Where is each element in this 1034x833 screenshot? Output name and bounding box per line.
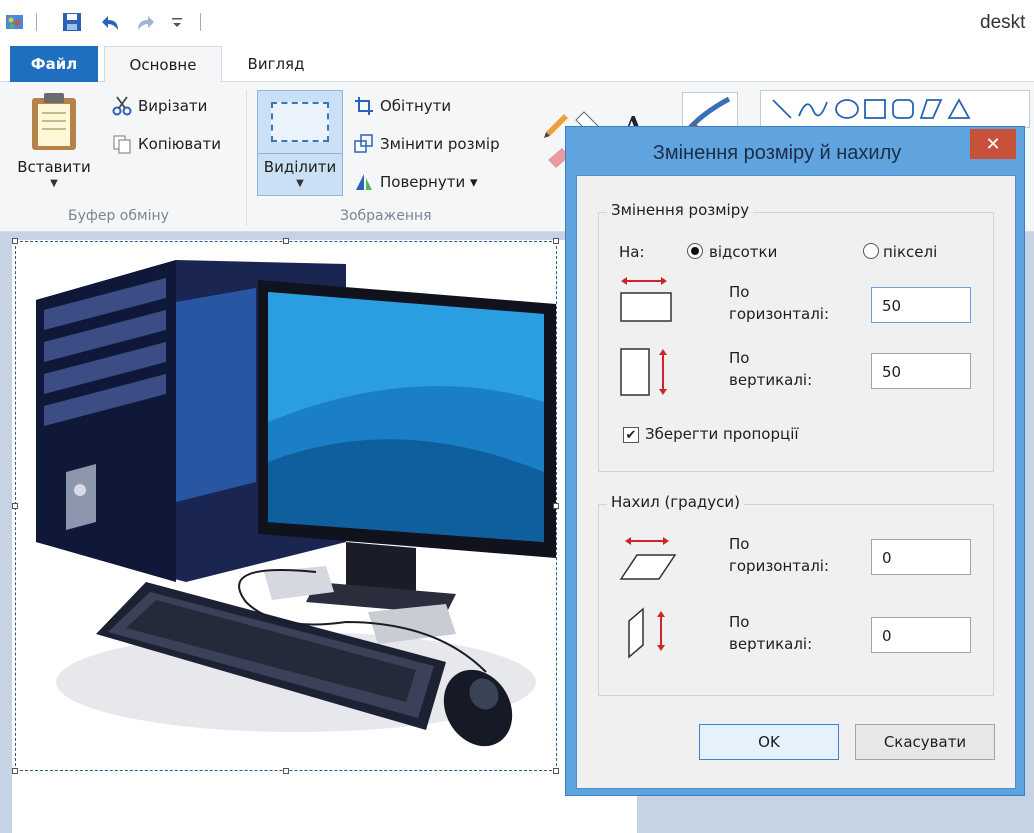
window-title: deskt (980, 12, 1026, 33)
dialog-title: Змінення розміру й нахилу (652, 141, 902, 164)
skew-horizontal-input[interactable]: 0 (871, 539, 971, 575)
resize-handle[interactable] (553, 238, 559, 244)
close-button[interactable]: ✕ (970, 129, 1016, 159)
resize-horizontal-icon (620, 277, 672, 322)
save-icon[interactable] (60, 10, 84, 34)
rotate-icon (354, 172, 374, 192)
clipboard-group-label: Буфер обміну (68, 208, 169, 224)
dialog-body: Змінення розміру На: відсотки пікселі По… (576, 175, 1016, 789)
customize-toolbar-icon[interactable] (168, 10, 186, 34)
title-bar: deskt (0, 0, 1034, 46)
skew-horizontal-label-2: горизонталі: (729, 557, 830, 575)
resize-handle[interactable] (283, 768, 289, 774)
copy-icon (112, 134, 132, 154)
percent-radio[interactable] (687, 243, 703, 259)
resize-handle[interactable] (283, 238, 289, 244)
resize-handle[interactable] (12, 238, 18, 244)
resize-vertical-label-1: По (729, 349, 750, 367)
select-rectangle-icon (258, 91, 342, 154)
chevron-down-icon: ▼ (296, 178, 304, 189)
shapes-gallery[interactable] (760, 90, 1030, 128)
skew-vertical-label-1: По (729, 613, 750, 631)
resize-button[interactable]: Змінити розмір (354, 134, 500, 154)
resize-horizontal-label-2: горизонталі: (729, 305, 830, 323)
skew-vertical-label-2: вертикалі: (729, 635, 813, 653)
cut-label: Вирізати (138, 97, 208, 115)
crop-label: Обітнути (380, 97, 452, 115)
pixels-radio[interactable] (863, 243, 879, 259)
toolbar-separator (196, 10, 206, 34)
selection-outline[interactable] (15, 241, 557, 771)
toolbar-separator (32, 10, 42, 34)
copy-label: Копіювати (138, 135, 221, 153)
pixels-label[interactable]: пікселі (883, 243, 937, 261)
paint-app-icon[interactable] (4, 10, 26, 34)
resize-handle[interactable] (553, 768, 559, 774)
keep-aspect-label[interactable]: Зберегти пропорції (645, 425, 799, 443)
image-group-label: Зображення (340, 208, 432, 224)
chevron-down-icon: ▼ (50, 178, 58, 189)
skew-group-legend: Нахил (градуси) (607, 493, 744, 511)
crop-icon (354, 96, 374, 116)
resize-horizontal-input[interactable]: 50 (871, 287, 971, 323)
keep-aspect-checkbox[interactable]: ✔ (623, 427, 639, 443)
tab-file[interactable]: Файл (10, 46, 98, 82)
clipboard-icon (32, 93, 76, 150)
rotate-label: Повернути ▾ (380, 173, 478, 191)
skew-vertical-input[interactable]: 0 (871, 617, 971, 653)
select-button[interactable]: Виділити ▼ (257, 90, 343, 196)
skew-horizontal-icon (619, 537, 677, 580)
resize-vertical-label-2: вертикалі: (729, 371, 813, 389)
cancel-button[interactable]: Скасувати (855, 724, 995, 760)
select-label: Виділити (263, 158, 337, 176)
resize-group-legend: Змінення розміру (607, 201, 754, 219)
skew-horizontal-label-1: По (729, 535, 750, 553)
redo-icon[interactable] (132, 10, 160, 34)
tab-home[interactable]: Основне (104, 46, 222, 83)
rotate-button[interactable]: Повернути ▾ (354, 172, 478, 192)
paste-button[interactable]: Вставити ▼ (16, 90, 92, 200)
resize-horizontal-label-1: По (729, 283, 750, 301)
shapes-icons (772, 98, 971, 119)
skew-group: Нахил (градуси) По горизонталі: 0 По вер… (598, 493, 994, 696)
ok-button[interactable]: OK (699, 724, 839, 760)
resize-handle[interactable] (12, 768, 18, 774)
percent-label[interactable]: відсотки (709, 243, 777, 261)
skew-vertical-icon (628, 607, 665, 659)
ribbon-tabs: Файл Основне Вигляд (0, 46, 1034, 83)
resize-group: Змінення розміру На: відсотки пікселі По… (598, 201, 994, 472)
resize-skew-dialog: Змінення розміру й нахилу ✕ Змінення роз… (565, 126, 1025, 796)
resize-icon (354, 134, 374, 154)
resize-vertical-icon (620, 348, 667, 396)
tab-view[interactable]: Вигляд (226, 46, 326, 82)
workspace-strip (637, 796, 1034, 833)
group-divider (246, 90, 247, 226)
paste-label: Вставити (17, 158, 91, 176)
undo-icon[interactable] (96, 10, 124, 34)
resize-handle[interactable] (553, 503, 559, 509)
resize-vertical-input[interactable]: 50 (871, 353, 971, 389)
by-label: На: (619, 243, 645, 261)
cut-button[interactable]: Вирізати (112, 96, 207, 116)
resize-label: Змінити розмір (380, 135, 500, 153)
resize-handle[interactable] (12, 503, 18, 509)
copy-button[interactable]: Копіювати (112, 134, 221, 154)
scissors-icon (112, 96, 132, 116)
crop-button[interactable]: Обітнути (354, 96, 451, 116)
